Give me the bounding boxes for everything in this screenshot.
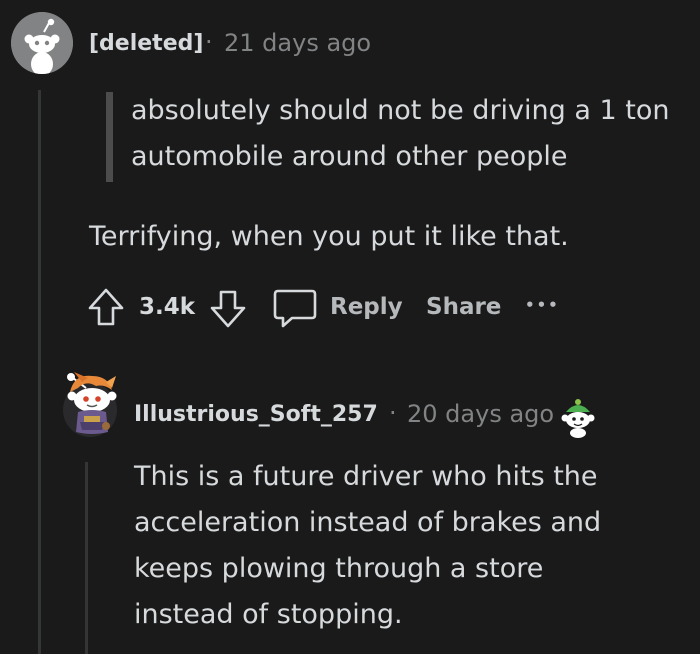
downvote-button[interactable] <box>208 286 248 330</box>
reply-body: This is a future driver who hits the acc… <box>134 454 684 638</box>
reply-label: Reply <box>330 294 403 320</box>
reply-author[interactable]: Illustrious_Soft_257 <box>134 402 378 427</box>
share-button[interactable]: Share <box>426 294 501 320</box>
parent-meta-separator: · <box>205 28 213 56</box>
reply-button[interactable]: Reply <box>272 286 403 330</box>
user-flair-avatar <box>560 398 596 438</box>
custom-snoo-avatar-icon <box>63 372 117 437</box>
reply-timestamp[interactable]: 20 days ago <box>407 400 554 428</box>
snoo-avatar-icon <box>11 12 73 74</box>
reply-body-line: This is a future driver who hits the <box>134 461 598 492</box>
avatar-deleted-user[interactable] <box>11 12 73 74</box>
thread-line-reply[interactable] <box>85 462 88 654</box>
reply-body-line: keeps plowing through a store <box>134 553 544 584</box>
quote-bar <box>106 92 113 182</box>
parent-author[interactable]: [deleted] <box>89 31 203 56</box>
avatar-illustrious-soft[interactable] <box>56 366 132 442</box>
more-options-button[interactable]: ••• <box>525 296 560 314</box>
parent-quote: absolutely should not be driving a 1 ton… <box>131 95 670 172</box>
upvote-button[interactable] <box>86 286 126 330</box>
parent-timestamp[interactable]: 21 days ago <box>224 29 371 57</box>
reply-body-line: instead of stopping. <box>134 599 403 630</box>
reply-body-line: acceleration instead of brakes and <box>134 507 602 538</box>
upvote-arrow-icon <box>88 288 124 326</box>
reply-meta-separator: · <box>389 399 397 427</box>
more-options-label: ••• <box>525 296 560 314</box>
downvote-arrow-icon <box>210 290 246 328</box>
vote-score: 3.4k <box>139 294 196 320</box>
parent-body: Terrifying, when you put it like that. <box>89 221 569 252</box>
reply-bubble-icon <box>273 289 317 328</box>
thread-line-parent[interactable] <box>38 90 41 654</box>
snoo-flair-icon <box>561 399 595 438</box>
